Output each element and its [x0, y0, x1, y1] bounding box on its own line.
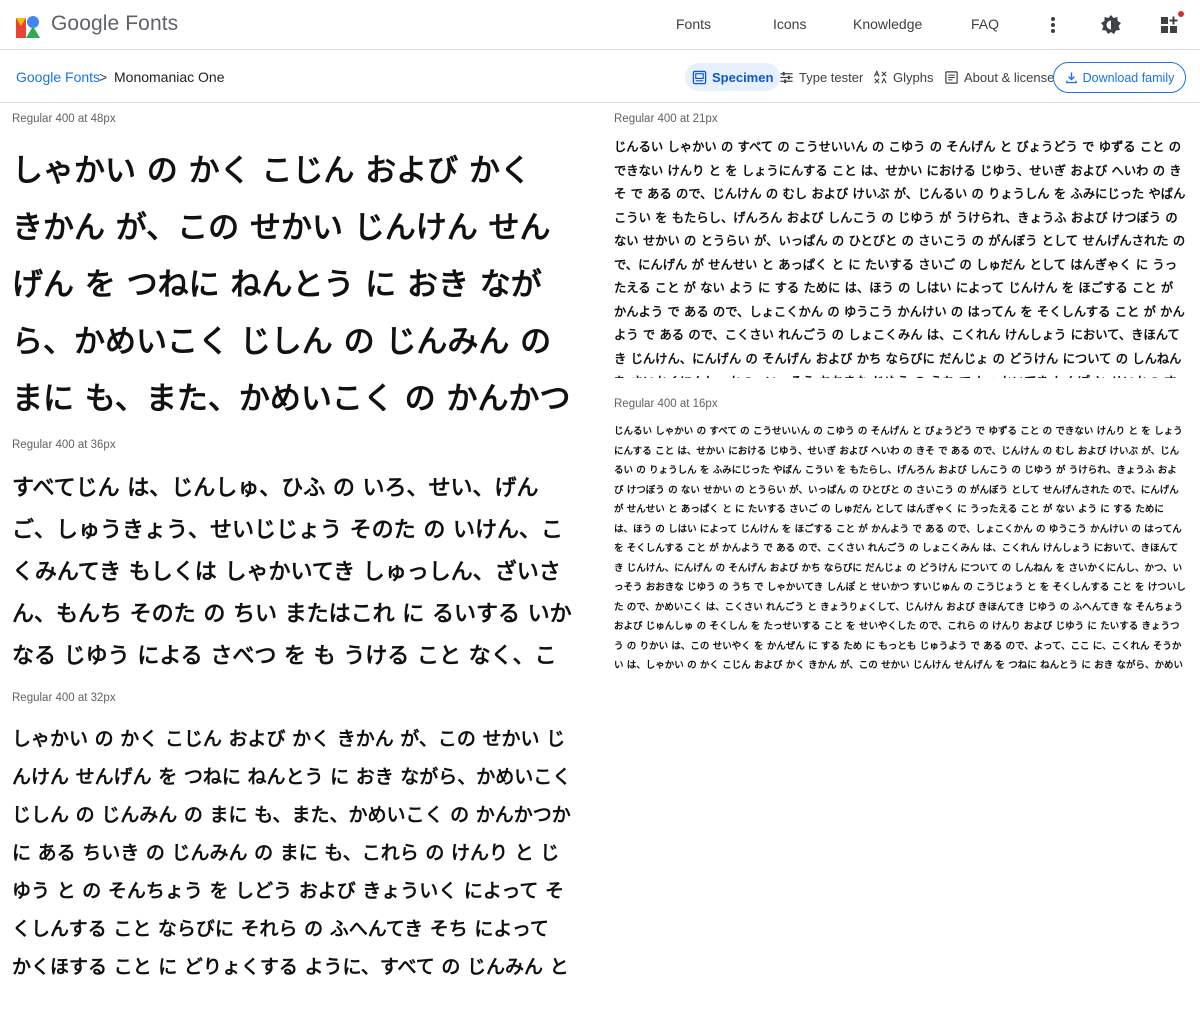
tab-about-license[interactable]: About & license	[937, 63, 1061, 91]
specimen-48-label: Regular 400 at 48px	[12, 113, 116, 125]
tab-type-tester[interactable]: Type tester	[772, 63, 870, 91]
tab-specimen[interactable]: Specimen	[685, 63, 781, 91]
specimen-48-text[interactable]: しゃかい の かく こじん および かく きかん が、この せかい じんけん せ…	[12, 143, 572, 411]
specimen-36-text[interactable]: すべてじん は、じんしゅ、ひふ の いろ、せい、げんご、しゅうきょう、せいじじょ…	[12, 468, 574, 674]
specimen-16-label: Regular 400 at 16px	[614, 398, 718, 410]
specimen-36-label: Regular 400 at 36px	[12, 439, 116, 451]
download-family-label: Download family	[1082, 70, 1175, 85]
tab-specimen-label: Specimen	[712, 69, 774, 85]
tab-type-tester-label: Type tester	[799, 69, 864, 85]
notification-dot	[1178, 11, 1184, 17]
specimen-icon	[692, 70, 707, 84]
specimen-16-text[interactable]: じんるい しゃかい の すべて の こうせいいん の こゆう の そんげん と …	[614, 422, 1186, 674]
nav-knowledge[interactable]: Knowledge	[853, 16, 922, 32]
specimen-21-text[interactable]: じんるい しゃかい の すべて の こうせいいん の こゆう の そんげん と …	[614, 136, 1186, 378]
download-family-button[interactable]: Download family	[1053, 62, 1186, 93]
nav-faq[interactable]: FAQ	[971, 16, 999, 32]
tab-about-license-label: About & license	[964, 69, 1055, 85]
download-icon	[1065, 72, 1077, 84]
more-vert-icon[interactable]	[1041, 13, 1065, 37]
top-app-bar: Google Fonts Fonts Icons Knowledge FAQ	[0, 0, 1200, 50]
google-fonts-logo-icon[interactable]	[14, 12, 42, 40]
specimen-21-label: Regular 400 at 21px	[614, 113, 718, 125]
glyphs-icon	[873, 69, 887, 84]
specimen-32-label: Regular 400 at 32px	[12, 692, 116, 704]
tab-glyphs[interactable]: Glyphs	[866, 63, 940, 91]
tune-icon	[780, 71, 793, 83]
breadcrumb-root[interactable]: Google Fonts	[16, 69, 100, 85]
brand-title[interactable]: Google Fonts	[51, 12, 178, 36]
theme-toggle-icon[interactable]	[1099, 13, 1123, 37]
tab-glyphs-label: Glyphs	[893, 69, 934, 85]
breadcrumb-current: Monomaniac One	[114, 69, 225, 85]
breadcrumb-separator: >	[99, 69, 108, 85]
specimen-32-text[interactable]: しゃかい の かく こじん および かく きかん が、この せかい じんけん せ…	[12, 720, 574, 982]
nav-fonts[interactable]: Fonts	[676, 16, 711, 32]
article-icon	[945, 70, 958, 84]
apps-icon[interactable]	[1157, 13, 1181, 37]
nav-icons[interactable]: Icons	[773, 16, 806, 32]
family-toolbar: Google Fonts > Monomaniac One Specimen T…	[0, 51, 1200, 103]
